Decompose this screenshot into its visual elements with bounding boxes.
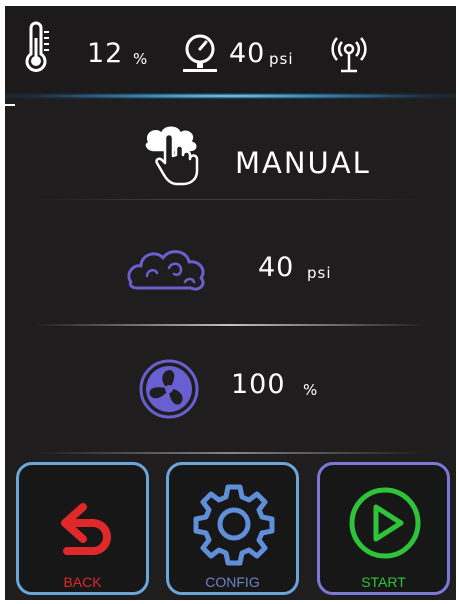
back-button-label: BACK [63,574,102,590]
pressure-value: 40 [229,38,266,69]
fan-setting-unit: % [303,381,319,399]
thermometer-icon [25,21,49,72]
hand-cloud-icon [144,125,199,186]
fan-setting-value: 100 [231,369,286,400]
cloud-icon [127,250,205,291]
config-button-label: CONFIG [205,574,260,590]
humidity-value: 12 [87,38,124,69]
fan-icon [139,359,199,419]
pressure-unit: psi [269,50,294,68]
config-button[interactable]: CONFIG [166,462,299,595]
mode-label: MANUAL [235,146,371,180]
pressure-gauge-icon [183,34,217,72]
row-divider [35,199,426,200]
start-button-label: START [361,574,406,590]
status-header: 12 % 40 psi [5,6,456,98]
gear-icon [193,484,275,566]
back-arrow-icon [61,503,111,555]
play-icon [349,487,421,559]
start-button[interactable]: START [317,462,450,595]
back-button[interactable]: BACK [16,462,149,595]
humidity-unit: % [133,50,149,68]
row-divider [35,324,426,326]
divider-tick [5,104,15,106]
row-divider [35,452,426,454]
pressure-setting-unit: psi [307,264,332,282]
device-screen: 12 % 40 psi MANUAL 40 psi 100 % BACK CON… [5,6,456,600]
wireless-signal-icon [331,37,367,73]
header-divider-glow [5,93,456,99]
pressure-setting-value: 40 [258,252,295,283]
